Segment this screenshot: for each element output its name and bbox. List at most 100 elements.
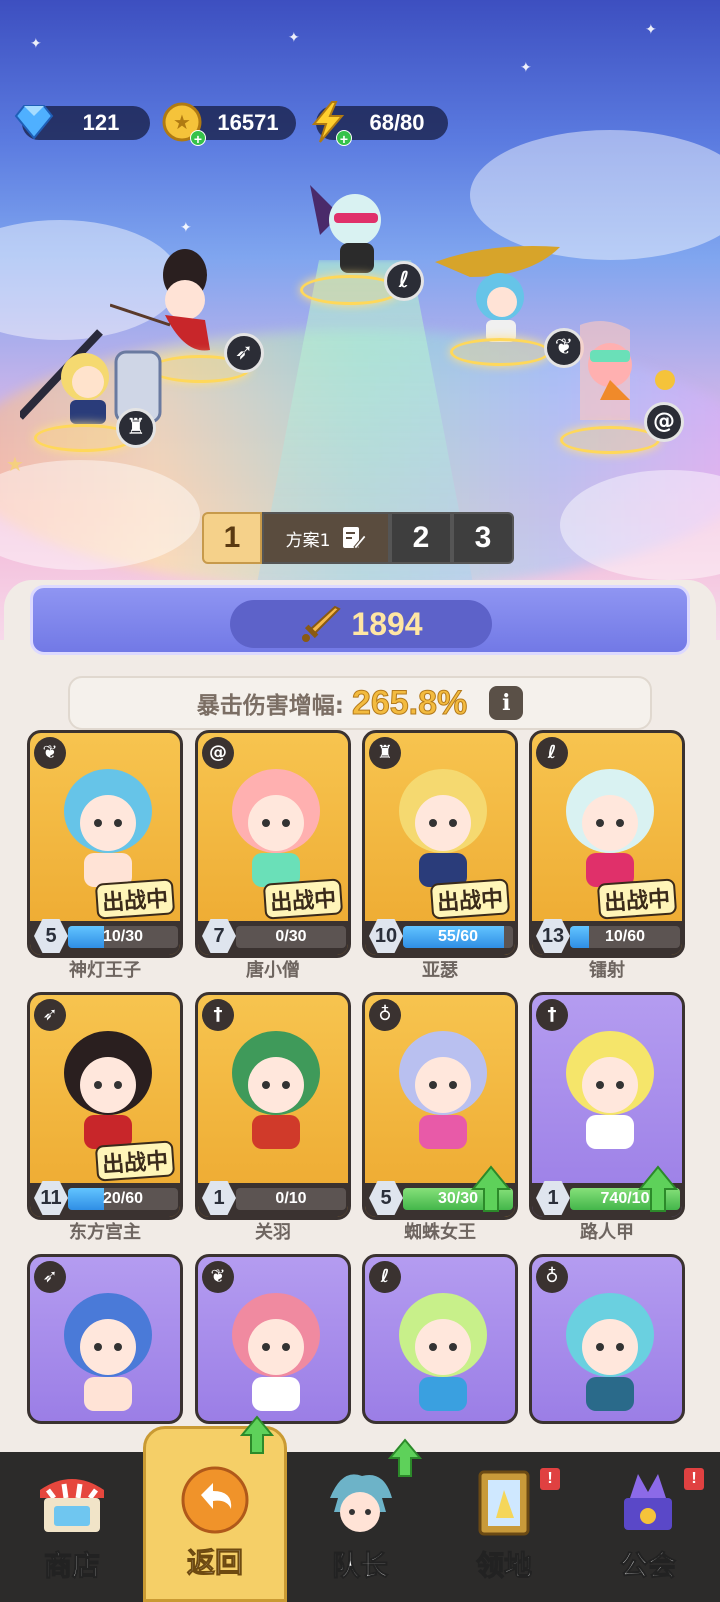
plan-tab-3-label: 3	[474, 521, 492, 554]
shard-progress-bar: 20/60	[68, 1188, 178, 1210]
hero-portrait	[566, 1031, 654, 1149]
info-icon[interactable]: i	[489, 686, 524, 720]
nav-territory-label: 领地	[475, 1549, 532, 1583]
plan-name-button[interactable]: 方案1	[262, 512, 390, 564]
star-icon: ✦	[645, 22, 657, 38]
hero-card[interactable]: ❦	[195, 1254, 351, 1424]
nav-guild[interactable]: ! 公会	[576, 1452, 720, 1602]
crit-value: 265.8%	[351, 683, 468, 722]
wing-icon: ❦	[34, 737, 66, 769]
shop-icon	[40, 1479, 104, 1532]
hero-portrait	[399, 1031, 487, 1149]
in-battle-tag: 出战中	[596, 878, 678, 920]
spiral-icon: @	[644, 402, 684, 442]
hero-portrait	[64, 769, 152, 887]
hero-card[interactable]: ❦ 出战中 10/30 5	[27, 730, 183, 958]
in-battle-tag: 出战中	[429, 878, 511, 920]
hero-portrait	[64, 1293, 152, 1411]
in-battle-tag: 出战中	[94, 878, 176, 920]
plan-tab-1-label: 1	[223, 521, 241, 554]
bow-icon: ➶	[224, 333, 264, 373]
spiral-icon: @	[202, 737, 234, 769]
hero-pad	[450, 338, 550, 366]
gems-counter[interactable]: 121	[14, 105, 150, 140]
add-energy-icon[interactable]: +	[336, 130, 352, 147]
shard-progress-bar: 10/60	[570, 926, 680, 948]
nav-captain[interactable]: 队长	[288, 1438, 432, 1602]
shard-progress-text: 55/60	[437, 928, 479, 945]
upgrade-arrow-icon	[388, 1438, 422, 1477]
upgrade-arrow-icon	[471, 1165, 511, 1212]
alert-badge: !	[684, 1468, 704, 1490]
shard-progress-text: 0/10	[275, 1190, 307, 1207]
territory-icon	[478, 1470, 530, 1536]
edit-icon[interactable]	[340, 525, 367, 551]
hero-portrait	[232, 1031, 320, 1149]
energy-counter[interactable]: + 68/80	[311, 101, 448, 147]
gold-value: 16571	[217, 110, 279, 135]
energy-value: 68/80	[369, 110, 425, 135]
plan-tab-3[interactable]: 3	[452, 512, 514, 564]
hero-laser-figure[interactable]: ℓ	[300, 175, 424, 310]
hero-portrait	[399, 769, 487, 887]
hero-card[interactable]: ℓ 出战中 10/60 13	[529, 730, 685, 958]
hero-portrait	[566, 769, 654, 887]
hero-card[interactable]: † 740/10 1	[529, 992, 685, 1220]
hero-portrait	[566, 1293, 654, 1411]
shard-progress-text: 0/30	[275, 928, 307, 945]
hero-portrait	[232, 769, 320, 887]
nav-shop[interactable]: 商店	[0, 1452, 144, 1602]
gold-counter[interactable]: ★ + 16571	[162, 102, 296, 147]
formation-plan-tabs: 1 方案1 2 3	[202, 512, 514, 564]
hero-card[interactable]: ℓ	[362, 1254, 518, 1424]
power-value: 1894	[351, 605, 423, 642]
add-gold-icon[interactable]: +	[190, 130, 206, 147]
guild-icon	[624, 1474, 672, 1530]
shard-progress-text: 20/60	[102, 1190, 144, 1207]
sword-icon	[302, 605, 342, 642]
hero-name: 关羽	[255, 1222, 291, 1243]
sword-icon: †	[202, 999, 234, 1031]
crit-label: 暴击伤害增幅:	[196, 693, 344, 719]
back-arrow-icon	[181, 1466, 249, 1534]
shard-progress-bar: 0/10	[236, 1188, 346, 1210]
hero-card[interactable]: ♁ 30/30 5	[362, 992, 518, 1220]
upgrade-arrow-icon	[240, 1415, 274, 1454]
nav-shop-label: 商店	[43, 1549, 100, 1583]
hero-portrait	[399, 1293, 487, 1411]
shard-progress-text: 10/30	[102, 928, 144, 945]
nav-back[interactable]: 返回	[143, 1415, 287, 1602]
hero-card[interactable]: ♁	[529, 1254, 685, 1424]
magic-icon: ℓ	[384, 261, 424, 301]
hero-card[interactable]: @ 出战中 0/30 7	[195, 730, 351, 958]
shard-progress-bar: 0/30	[236, 926, 346, 948]
plan-tab-1[interactable]: 1	[202, 512, 262, 564]
hero-card[interactable]: ➶ 出战中 20/60 11	[27, 992, 183, 1220]
shard-progress-bar: 10/30	[68, 926, 178, 948]
hero-card[interactable]: ➶	[27, 1254, 183, 1424]
hero-name: 唐小僧	[246, 960, 300, 981]
hero-portrait	[232, 1293, 320, 1411]
plan-name-label: 方案1	[285, 530, 331, 551]
star-icon: ✦	[180, 220, 192, 236]
captain-icon	[330, 1474, 392, 1532]
hero-name: 路人甲	[580, 1222, 634, 1243]
nav-back-label: 返回	[186, 1546, 243, 1580]
bow-icon: ➶	[34, 1261, 66, 1293]
total-power: 1894	[230, 600, 492, 648]
star-icon: ✦	[30, 36, 42, 52]
hero-card[interactable]: † 0/10 1	[195, 992, 351, 1220]
star-icon: ✦	[288, 30, 300, 46]
hero-laser-sprite	[310, 185, 381, 273]
hero-arthur-figure[interactable]: ♜	[17, 322, 170, 452]
hero-card[interactable]: ♜ 出战中 55/60 10	[362, 730, 518, 958]
plan-tab-2[interactable]: 2	[390, 512, 452, 564]
nav-territory[interactable]: ! 领地	[432, 1452, 576, 1602]
magic-icon: ℓ	[536, 737, 568, 769]
nav-guild-label: 公会	[619, 1549, 676, 1583]
nav-captain-label: 队长	[331, 1549, 388, 1583]
crit-damage-bonus: 暴击伤害增幅: 265.8% i	[68, 676, 652, 730]
wing-icon: ❦	[202, 1261, 234, 1293]
hero-tang-xiaoseng-figure[interactable]: @	[560, 320, 720, 460]
bow-icon: ➶	[34, 999, 66, 1031]
